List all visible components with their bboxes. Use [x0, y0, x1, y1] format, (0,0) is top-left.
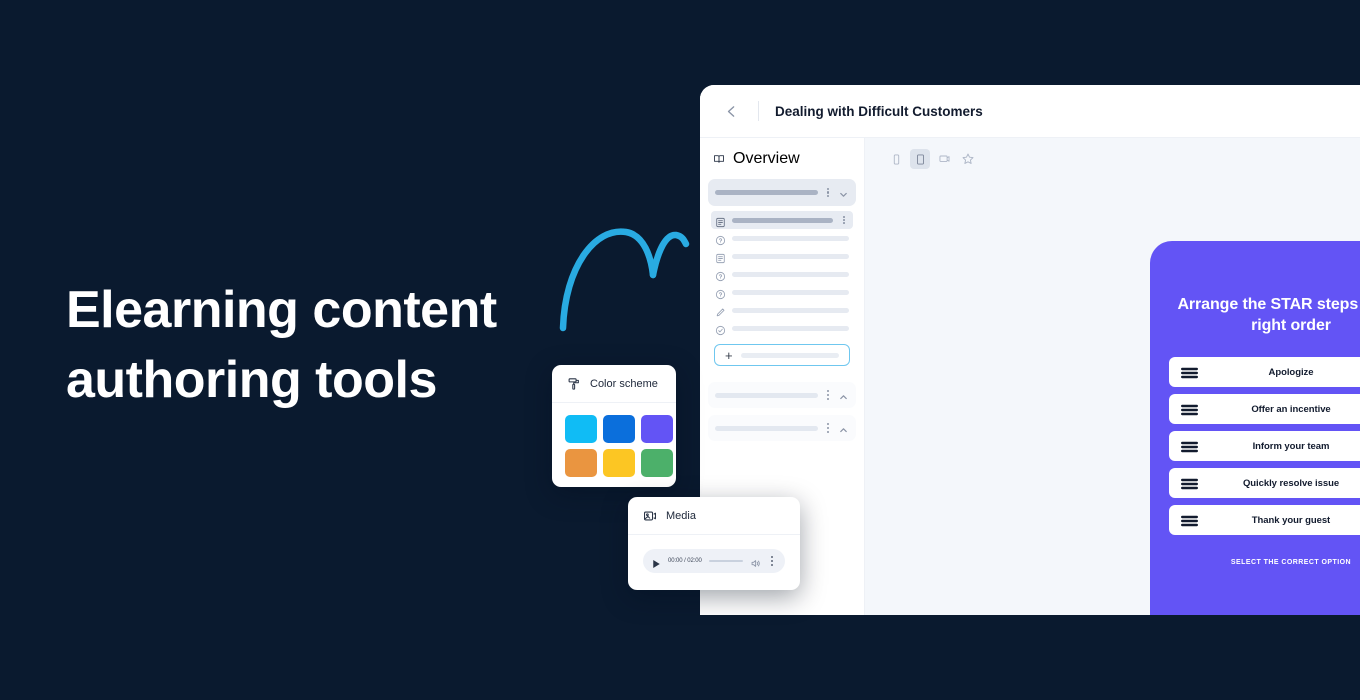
- sidebar-section-collapsed[interactable]: [708, 382, 856, 408]
- section-title-placeholder: [715, 190, 818, 195]
- text-block-icon: [715, 251, 726, 263]
- phone-preview-button[interactable]: [886, 149, 906, 169]
- sidebar-lesson-item[interactable]: [711, 211, 853, 229]
- course-title: Dealing with Difficult Customers: [775, 103, 983, 119]
- titlebar-divider: [758, 101, 759, 121]
- sidebar-lesson-item[interactable]: [711, 229, 853, 247]
- sidebar-section-collapsed[interactable]: [708, 415, 856, 441]
- sidebar-section-header[interactable]: [708, 179, 856, 206]
- page-title: Elearning content authoring tools: [66, 275, 586, 415]
- color-swatch-green[interactable]: [641, 449, 673, 477]
- option-label: Thank your guest: [1251, 514, 1331, 526]
- audio-player: 00:00 / 02:00: [643, 549, 785, 573]
- section-menu-icon[interactable]: [823, 422, 833, 434]
- check-circle-icon: [715, 323, 726, 335]
- play-icon[interactable]: [652, 556, 661, 569]
- section-menu-icon[interactable]: [823, 389, 833, 401]
- slide-badge-row: 4 / 14: [1169, 255, 1360, 274]
- color-swatch-cyan[interactable]: [565, 415, 597, 443]
- sidebar-section-items: +: [708, 206, 856, 375]
- option-item[interactable]: Apologize: [1169, 357, 1360, 387]
- slide-preview: 4 / 14 Arrange the STAR steps in the rig…: [1150, 241, 1360, 615]
- lesson-title-placeholder: [732, 217, 833, 223]
- option-list: Apologize Offer an incentive Inform your…: [1169, 357, 1360, 535]
- progress-bar[interactable]: [708, 559, 743, 563]
- option-item[interactable]: Thank your guest: [1169, 505, 1360, 535]
- sidebar-lesson-item[interactable]: [711, 319, 853, 337]
- sidebar-overview-label: Overview: [733, 150, 800, 167]
- app-titlebar: Dealing with Difficult Customers: [700, 85, 1360, 138]
- page-title-line-2: authoring tools: [66, 351, 437, 409]
- lesson-title-placeholder: [732, 253, 849, 259]
- sidebar-lesson-item[interactable]: [711, 283, 853, 301]
- lesson-title-placeholder: [732, 271, 849, 277]
- question-icon: [715, 269, 726, 281]
- section-title-placeholder: [715, 392, 818, 398]
- volume-icon[interactable]: [750, 556, 761, 567]
- media-card-title: Media: [666, 510, 696, 522]
- color-swatch-blue[interactable]: [603, 415, 635, 443]
- book-icon: [714, 155, 724, 163]
- lesson-title-placeholder: [732, 307, 849, 313]
- color-scheme-title: Color scheme: [590, 378, 658, 390]
- question-icon: [715, 233, 726, 245]
- color-swatch-grid: [552, 403, 676, 487]
- slide-footer-hint: SELECT THE CORRECT OPTION: [1230, 559, 1352, 566]
- question-icon: [715, 287, 726, 299]
- back-button[interactable]: [720, 100, 742, 122]
- paint-roller-icon: [567, 377, 581, 391]
- media-card-header: Media: [628, 497, 800, 535]
- sidebar-lesson-item[interactable]: [711, 301, 853, 319]
- color-scheme-header: Color scheme: [552, 365, 676, 403]
- color-scheme-card: Color scheme: [552, 365, 676, 487]
- device-toolbar: [865, 138, 1360, 169]
- media-card: Media 00:00 / 02:00: [628, 497, 800, 590]
- pencil-icon: [715, 305, 726, 316]
- tablet-preview-button[interactable]: [910, 149, 930, 169]
- chevron-down-icon[interactable]: [838, 187, 849, 198]
- lesson-title-placeholder: [732, 325, 849, 331]
- option-item[interactable]: Inform your team: [1169, 431, 1360, 461]
- media-image-icon: [643, 509, 657, 523]
- add-lesson-button[interactable]: +: [714, 344, 850, 366]
- chevron-up-icon[interactable]: [838, 423, 849, 434]
- option-label: Quickly resolve issue: [1242, 477, 1340, 489]
- sidebar-lesson-item[interactable]: [711, 265, 853, 283]
- lesson-title-placeholder: [732, 289, 849, 295]
- page-title-line-1: Elearning content: [66, 281, 497, 339]
- option-item[interactable]: Quickly resolve issue: [1169, 468, 1360, 498]
- lesson-title-placeholder: [732, 235, 849, 241]
- section-menu-icon[interactable]: [823, 187, 833, 199]
- add-lesson-placeholder: [740, 352, 839, 358]
- option-label: Offer an incentive: [1251, 403, 1331, 415]
- favorite-star-button[interactable]: [958, 149, 978, 169]
- text-block-icon: [715, 215, 726, 227]
- lesson-menu-icon[interactable]: [839, 214, 849, 226]
- playback-time: 00:00 / 02:00: [668, 558, 702, 564]
- option-item[interactable]: Offer an incentive: [1169, 394, 1360, 424]
- color-swatch-orange[interactable]: [565, 449, 597, 477]
- desktop-preview-button[interactable]: [934, 149, 954, 169]
- option-label: Apologize: [1268, 366, 1314, 378]
- media-menu-icon[interactable]: [768, 556, 776, 567]
- question-title: Arrange the STAR steps in the right orde…: [1177, 296, 1360, 334]
- color-swatch-purple[interactable]: [641, 415, 673, 443]
- option-label: Inform your team: [1252, 440, 1330, 452]
- sidebar-lesson-item[interactable]: [711, 247, 853, 265]
- sidebar-section-expanded: +: [708, 179, 856, 375]
- curved-arrow-icon: [559, 228, 690, 332]
- chevron-up-icon[interactable]: [838, 390, 849, 401]
- preview-canvas: 4 / 14 Arrange the STAR steps in the rig…: [865, 138, 1360, 615]
- section-title-placeholder: [715, 425, 818, 431]
- plus-icon: +: [725, 347, 733, 363]
- color-swatch-yellow[interactable]: [603, 449, 635, 477]
- sidebar-item-overview[interactable]: Overview: [708, 147, 856, 179]
